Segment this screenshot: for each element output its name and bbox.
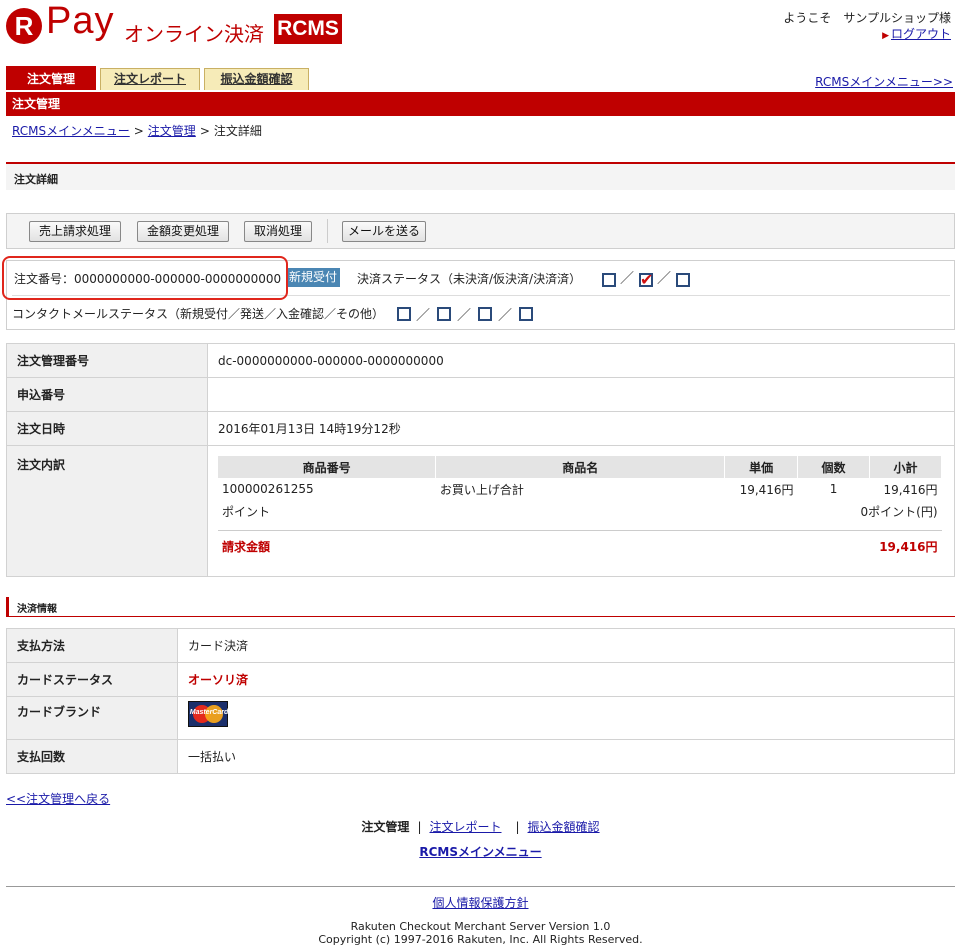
contact-shipped-checkbox[interactable] [437, 307, 451, 321]
rakuten-r-icon: R [6, 8, 42, 44]
points-label: ポイント [222, 504, 271, 519]
item-price: 19,416円 [739, 482, 794, 497]
order-detail-table: 注文管理番号 dc-0000000000-000000-0000000000 申… [6, 343, 955, 577]
card-status-value: オーソリ済 [177, 662, 955, 697]
footer-separator: | [417, 820, 422, 834]
item-quantity: 1 [829, 482, 838, 496]
billing-amount-label: 請求金額 [222, 539, 271, 554]
mastercard-icon: MasterCard [188, 701, 228, 727]
order-breakdown-label: 注文内訳 [6, 445, 208, 577]
table-row: 請求金額 19,416円 [218, 530, 942, 562]
amount-change-button[interactable]: 金額変更処理 [137, 221, 229, 242]
column-header: 小計 [869, 456, 942, 478]
footer-transfer-amount-link[interactable]: 振込金額確認 [528, 820, 600, 834]
slash-separator: ／ [416, 308, 430, 324]
arrow-right-icon: ▶ [882, 31, 889, 41]
logout-link[interactable]: ログアウト [891, 27, 951, 41]
payment-info-table: 支払方法 カード決済 カードステータス オーソリ済 カードブランド Master… [6, 628, 955, 774]
contact-payment-confirmed-checkbox[interactable] [478, 307, 492, 321]
payment-provisional-checkbox[interactable]: ✔ [639, 270, 654, 289]
action-toolbar: 売上請求処理 金額変更処理 取消処理 メールを送る [6, 213, 955, 249]
contact-mail-status-label: コンタクトメールステータス（新規受付／発送／入金確認／その他） [12, 307, 385, 321]
slash-separator: ／ [620, 271, 634, 287]
mgmt-number-value: dc-0000000000-000000-0000000000 [207, 343, 955, 378]
footer-separator: | [515, 820, 520, 834]
column-header: 個数 [797, 456, 870, 478]
payment-method-value: カード決済 [177, 628, 955, 663]
tab-order-report[interactable]: 注文レポート [100, 68, 200, 90]
send-mail-button[interactable]: メールを送る [342, 221, 426, 242]
page-title-bar: 注文管理 [6, 92, 955, 116]
payment-method-label: 支払方法 [6, 628, 178, 663]
tab-transfer-amount[interactable]: 振込金額確認 [204, 68, 309, 90]
logo-pay-text: Pay [46, 0, 115, 42]
application-number-value [207, 377, 955, 412]
status-badge: 新規受付 [286, 268, 341, 287]
column-header: 商品番号 [218, 456, 437, 478]
breadcrumb-separator: > [199, 124, 210, 138]
privacy-policy-link[interactable]: 個人情報保護方針 [432, 896, 528, 910]
footer-order-report-link[interactable]: 注文レポート [429, 820, 501, 834]
breadcrumb-order-management[interactable]: 注文管理 [148, 124, 196, 138]
user-welcome: ようこそ サンプルショップ様 ▶ ログアウト [783, 10, 951, 44]
footer-nav-current: 注文管理 [361, 820, 410, 834]
payment-status-label: 決済ステータス（未決済/仮決済/決済済） [357, 272, 582, 286]
payment-unpaid-checkbox[interactable] [602, 273, 616, 287]
billing-amount-value: 19,416円 [879, 539, 938, 554]
order-date-value: 2016年01月13日 14時19分12秒 [207, 411, 955, 446]
footer-nav: 注文管理 | 注文レポート | 振込金額確認 [0, 818, 961, 835]
section-heading-payment-info: 決済情報 [6, 597, 955, 617]
breadcrumb: RCMSメインメニュー > 注文管理 > 注文詳細 [12, 122, 262, 139]
checkmark-icon: ✔ [640, 270, 654, 289]
card-status-label: カードステータス [6, 662, 178, 697]
slash-separator: ／ [498, 308, 512, 324]
footer-rcms-main-menu-link[interactable]: RCMSメインメニュー [419, 845, 541, 859]
toolbar-divider [327, 219, 328, 243]
application-number-label: 申込番号 [6, 377, 208, 412]
table-row: 100000261255 お買い上げ合計 19,416円 1 19,416円 [218, 478, 942, 500]
copyright: Rakuten Checkout Merchant Server Version… [0, 920, 961, 946]
sales-request-button[interactable]: 売上請求処理 [29, 221, 121, 242]
installments-label: 支払回数 [6, 739, 178, 774]
points-value: 0ポイント(円) [860, 504, 938, 519]
breadcrumb-current: 注文詳細 [213, 124, 262, 138]
cancel-button[interactable]: 取消処理 [244, 221, 312, 242]
logo-online-text: オンライン決済 [124, 22, 264, 46]
installments-value: 一括払い [177, 739, 955, 774]
table-row: ポイント 0ポイント(円) [218, 500, 942, 522]
payment-settled-checkbox[interactable] [676, 273, 690, 287]
order-date-label: 注文日時 [6, 411, 208, 446]
welcome-text: ようこそ サンプルショップ様 [783, 11, 951, 25]
order-items-table: 商品番号 商品名 単価 個数 小計 100000261255 お買い上げ合計 1… [218, 456, 942, 562]
item-name: お買い上げ合計 [439, 482, 524, 497]
mgmt-number-label: 注文管理番号 [6, 343, 208, 378]
column-header: 商品名 [435, 456, 726, 478]
tab-order-management[interactable]: 注文管理 [6, 66, 96, 90]
copyright-text: Copyright (c) 1997-2016 Rakuten, Inc. Al… [318, 933, 643, 946]
contact-new-checkbox[interactable] [397, 307, 411, 321]
order-number-highlight [2, 256, 288, 300]
section-heading-order-detail: 注文詳細 [6, 162, 955, 190]
column-header: 単価 [724, 456, 799, 478]
card-brand-label: カードブランド [6, 696, 178, 740]
logo-rcms-badge: RCMS [274, 14, 342, 44]
rcms-main-menu-link-top[interactable]: RCMSメインメニュー>> [815, 73, 953, 90]
version-text: Rakuten Checkout Merchant Server Version… [350, 920, 611, 933]
contact-other-checkbox[interactable] [519, 307, 533, 321]
item-number: 100000261255 [222, 482, 314, 496]
breadcrumb-separator: > [133, 124, 144, 138]
breadcrumb-rcms-menu[interactable]: RCMSメインメニュー [12, 124, 130, 138]
back-to-order-management-link[interactable]: <<注文管理へ戻る [6, 790, 110, 807]
footer-divider [6, 886, 955, 887]
slash-separator: ／ [457, 308, 471, 324]
slash-separator: ／ [657, 271, 671, 287]
item-subtotal: 19,416円 [883, 482, 938, 497]
